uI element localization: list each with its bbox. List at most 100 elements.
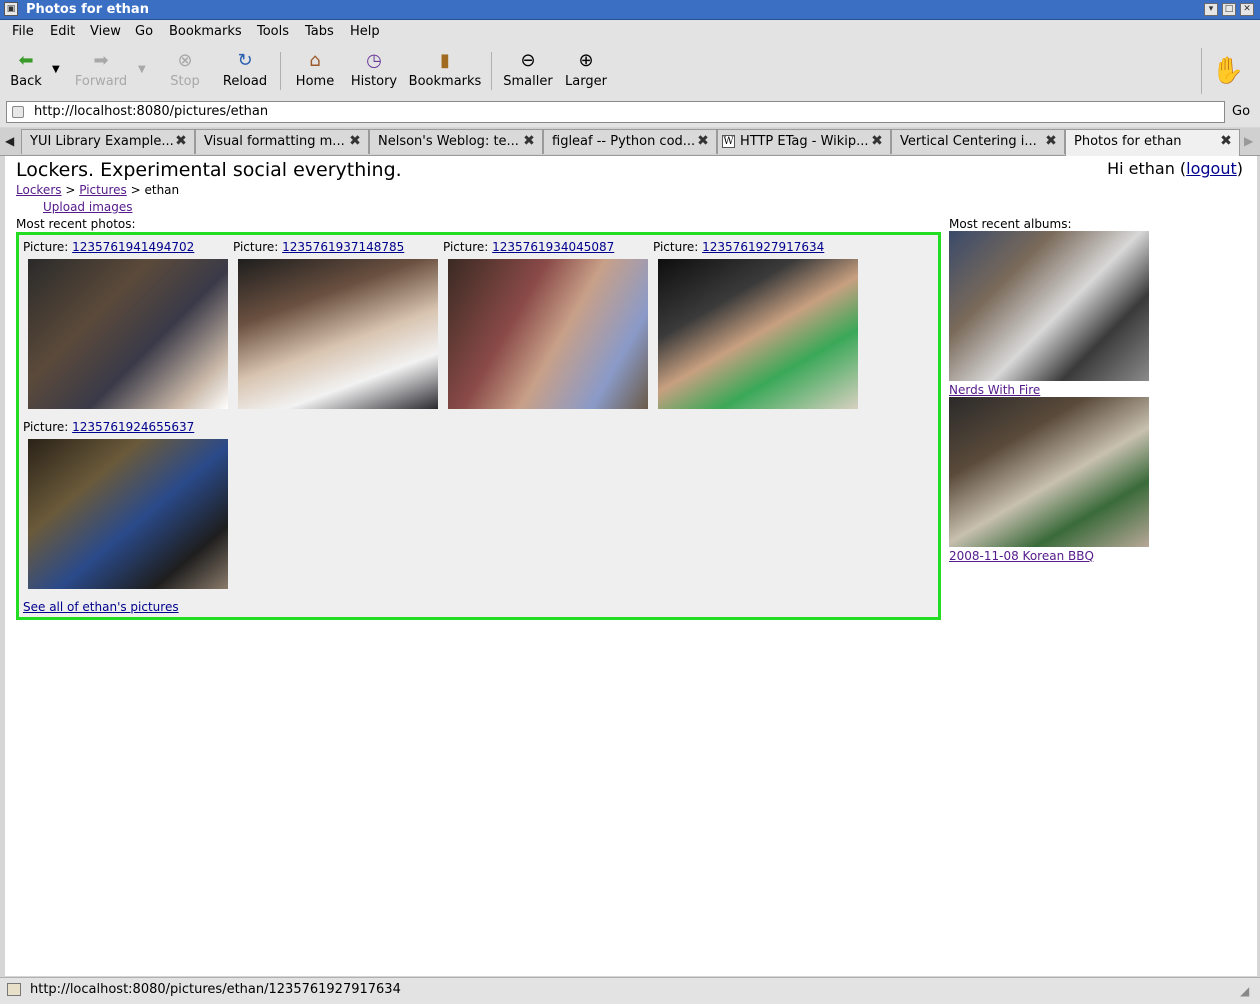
tab-label: YUI Library Example...: [30, 134, 174, 149]
close-tab-icon[interactable]: ✖: [1219, 134, 1233, 148]
photo-thumbnail[interactable]: [658, 259, 858, 409]
photo-link[interactable]: 1235761934045087: [492, 240, 614, 254]
breadcrumb-separator: >: [130, 183, 141, 197]
upload-images-link[interactable]: Upload images: [43, 200, 133, 214]
photo-caption: Picture: 1235761937148785: [233, 240, 404, 254]
recent-photos-panel: Picture: 1235761941494702 Picture: 12357…: [16, 232, 941, 620]
status-text: http://localhost:8080/pictures/ethan/123…: [30, 982, 401, 997]
security-status-icon: [7, 983, 21, 996]
tab-photos-for-ethan[interactable]: Photos for ethan ✖: [1065, 129, 1240, 156]
url-text: http://localhost:8080/pictures/ethan: [34, 104, 269, 119]
minimize-icon[interactable]: ▾: [1204, 3, 1218, 16]
photo-caption: Picture: 1235761934045087: [443, 240, 614, 254]
forward-button[interactable]: ➡ Forward: [74, 50, 128, 89]
tab-scroll-right-icon[interactable]: ▶: [1244, 134, 1253, 148]
home-icon: ⌂: [309, 50, 321, 71]
greeting-text: Hi ethan (: [1107, 159, 1187, 178]
menu-tabs[interactable]: Tabs: [305, 24, 334, 39]
photo-link[interactable]: 1235761927917634: [702, 240, 824, 254]
close-tab-icon[interactable]: ✖: [174, 134, 188, 148]
tab-label: Photos for ethan: [1074, 134, 1182, 149]
home-button[interactable]: ⌂ Home: [294, 50, 336, 89]
reload-button[interactable]: ↻ Reload: [222, 50, 268, 89]
web-page: Lockers. Experimental social everything.…: [5, 156, 1257, 976]
forward-label: Forward: [74, 74, 128, 89]
menu-go[interactable]: Go: [135, 24, 153, 39]
menu-help[interactable]: Help: [350, 24, 380, 39]
photo-thumbnail[interactable]: [28, 439, 228, 589]
logout-link[interactable]: logout: [1186, 159, 1237, 178]
close-tab-icon[interactable]: ✖: [522, 134, 536, 148]
close-window-icon[interactable]: ✕: [1240, 3, 1254, 16]
window-titlebar: ▣ Photos for ethan ▾ □ ✕: [0, 0, 1260, 20]
smaller-label: Smaller: [503, 74, 553, 89]
menu-tools[interactable]: Tools: [257, 24, 289, 39]
close-tab-icon[interactable]: ✖: [870, 134, 884, 148]
window-menu-icon[interactable]: ▣: [4, 2, 18, 16]
url-input[interactable]: http://localhost:8080/pictures/ethan: [6, 101, 1225, 123]
bookmarks-button[interactable]: ▮ Bookmarks: [408, 50, 482, 89]
photo-thumbnail[interactable]: [28, 259, 228, 409]
tab-nelsons-weblog[interactable]: Nelson's Weblog: te... ✖: [369, 129, 543, 154]
menu-view[interactable]: View: [90, 24, 121, 39]
navigation-toolbar: ⬅ Back ▼ ➡ Forward ▼ ⊗ Stop ↻ Reload ⌂ H…: [0, 44, 1260, 99]
photo-caption: Picture: 1235761924655637: [23, 420, 194, 434]
picture-prefix: Picture:: [443, 240, 489, 254]
bookmarks-label: Bookmarks: [408, 74, 482, 89]
breadcrumb-pictures-link[interactable]: Pictures: [79, 183, 127, 197]
tab-http-etag[interactable]: W HTTP ETag - Wikip... ✖: [717, 129, 891, 154]
tab-figleaf[interactable]: figleaf -- Python cod... ✖: [543, 129, 717, 154]
stop-button[interactable]: ⊗ Stop: [168, 50, 202, 89]
stop-label: Stop: [170, 74, 200, 89]
tab-label: figleaf -- Python cod...: [552, 134, 696, 149]
history-button[interactable]: ◷ History: [350, 50, 398, 89]
photo-link[interactable]: 1235761937148785: [282, 240, 404, 254]
album-cover[interactable]: [949, 397, 1149, 547]
breadcrumb-separator: >: [65, 183, 76, 197]
go-button[interactable]: Go: [1232, 104, 1250, 119]
window-title: Photos for ethan: [26, 2, 149, 17]
album-link-korean-bbq[interactable]: 2008-11-08 Korean BBQ: [949, 549, 1094, 563]
photo-link[interactable]: 1235761941494702: [72, 240, 194, 254]
tab-scroll-left-icon[interactable]: ◀: [5, 134, 14, 148]
back-arrow-icon: ⬅: [18, 50, 34, 71]
picture-prefix: Picture:: [23, 240, 69, 254]
back-button[interactable]: ⬅ Back: [10, 50, 42, 89]
close-tab-icon[interactable]: ✖: [348, 134, 362, 148]
zoom-out-icon: ⊖: [520, 50, 536, 71]
tab-vertical-centering[interactable]: Vertical Centering i... ✖: [891, 129, 1065, 154]
history-label: History: [350, 74, 398, 89]
zoom-out-button[interactable]: ⊖ Smaller: [502, 50, 554, 89]
album-link-nerds-with-fire[interactable]: Nerds With Fire: [949, 383, 1040, 397]
wikipedia-favicon-icon: W: [722, 135, 735, 148]
larger-label: Larger: [565, 74, 607, 89]
close-tab-icon[interactable]: ✖: [1044, 134, 1058, 148]
album-cover[interactable]: [949, 231, 1149, 381]
see-all-pictures-link[interactable]: See all of ethan's pictures: [23, 600, 179, 614]
zoom-in-button[interactable]: ⊕ Larger: [564, 50, 608, 89]
photo-thumbnail[interactable]: [238, 259, 438, 409]
home-label: Home: [295, 74, 335, 89]
reload-icon: ↻: [237, 50, 253, 71]
site-heading: Lockers. Experimental social everything.: [16, 159, 402, 181]
breadcrumb-current: ethan: [144, 183, 180, 197]
back-history-dropdown-icon[interactable]: ▼: [52, 64, 60, 75]
menu-file[interactable]: File: [12, 24, 34, 39]
maximize-icon[interactable]: □: [1222, 3, 1236, 16]
bookmarks-icon: ▮: [440, 50, 450, 71]
toolbar-separator: [491, 52, 492, 90]
resize-grip-icon[interactable]: ◢: [1240, 984, 1249, 998]
breadcrumb-lockers-link[interactable]: Lockers: [16, 183, 62, 197]
recent-albums-label: Most recent albums:: [949, 217, 1072, 231]
photo-thumbnail[interactable]: [448, 259, 648, 409]
reload-label: Reload: [222, 74, 268, 89]
tab-yui-library[interactable]: YUI Library Example... ✖: [21, 129, 195, 154]
tab-visual-formatting[interactable]: Visual formatting m... ✖: [195, 129, 369, 154]
photo-link[interactable]: 1235761924655637: [72, 420, 194, 434]
breadcrumb: Lockers > Pictures > ethan: [16, 183, 179, 197]
site-identity-icon: [12, 106, 24, 118]
forward-history-dropdown-icon[interactable]: ▼: [138, 64, 146, 75]
close-tab-icon[interactable]: ✖: [696, 134, 710, 148]
menu-bookmarks[interactable]: Bookmarks: [169, 24, 242, 39]
menu-edit[interactable]: Edit: [50, 24, 75, 39]
